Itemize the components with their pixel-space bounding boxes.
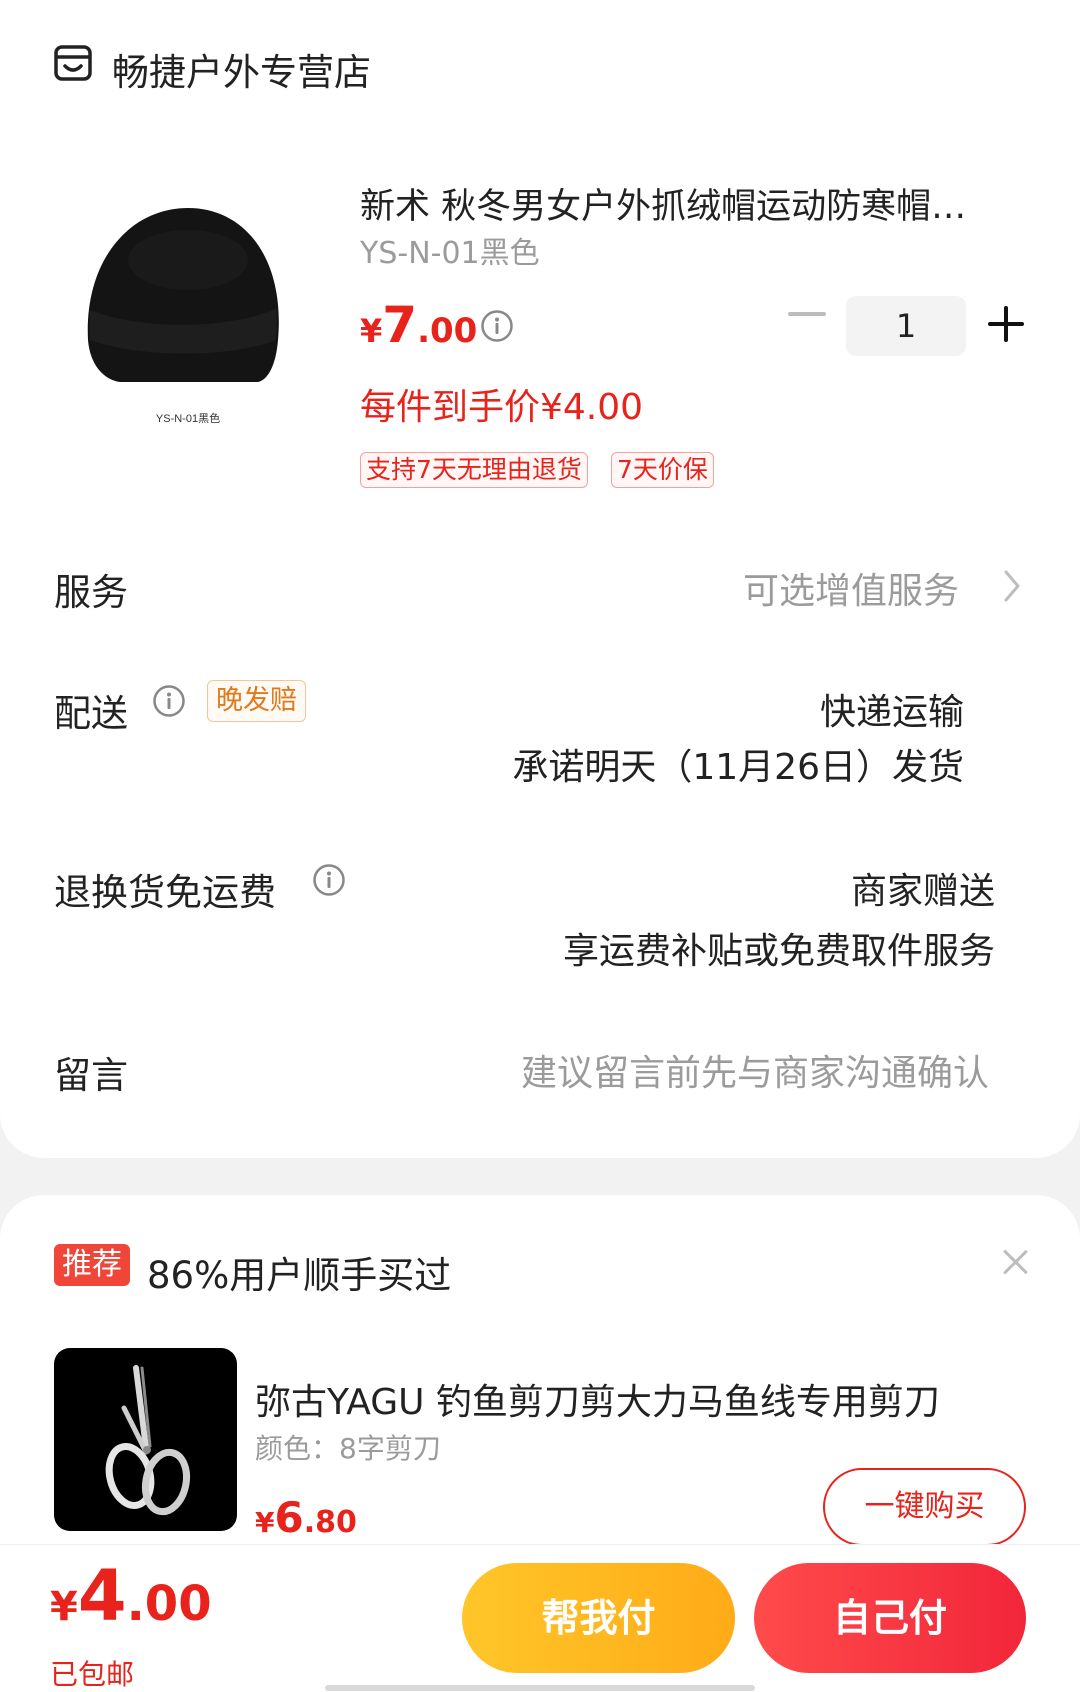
- product-title[interactable]: 新术 秋冬男女户外抓绒帽运动防寒帽跑步保暖帽: [360, 178, 1000, 229]
- product-price: ¥7.00: [360, 296, 477, 354]
- recommend-product-image[interactable]: [54, 1348, 237, 1531]
- chevron-right-icon[interactable]: [1000, 566, 1024, 606]
- return-shipping-desc: 享运费补贴或免费取件服务: [562, 931, 995, 972]
- unit-price: 每件到手价¥4.00: [360, 387, 644, 428]
- home-indicator[interactable]: [325, 1685, 755, 1691]
- total-price: ¥4.00: [50, 1555, 212, 1637]
- product-spec[interactable]: YS-N-01黑色: [360, 228, 540, 272]
- recommend-price-integer: 6: [274, 1493, 304, 1542]
- total-currency: ¥: [50, 1584, 78, 1630]
- return-info-icon[interactable]: [312, 863, 346, 897]
- close-icon[interactable]: [1002, 1249, 1028, 1275]
- price-decimal: .00: [417, 311, 478, 351]
- service-label: 服务: [54, 571, 128, 614]
- one-click-buy-button[interactable]: 一键购买: [823, 1468, 1026, 1546]
- recommend-title: 86%用户顺手买过: [147, 1254, 452, 1297]
- recommend-badge: 推荐: [54, 1244, 130, 1286]
- product-image[interactable]: YS-N-01黑色: [80, 190, 295, 430]
- recommend-product-price: ¥6.80: [255, 1493, 357, 1542]
- shop-name[interactable]: 畅捷户外专营店: [112, 42, 371, 96]
- order-card: 畅捷户外专营店 YS-N-01黑色 新术 秋冬男女户外抓绒帽运动防寒帽跑步保暖帽…: [0, 0, 1080, 1158]
- recommend-price-currency: ¥: [255, 1506, 275, 1539]
- delivery-info-icon[interactable]: [152, 684, 186, 718]
- delivery-method: 快递运输: [819, 692, 964, 733]
- quantity-input[interactable]: 1: [846, 296, 966, 356]
- total-integer: 4: [77, 1555, 127, 1637]
- recommend-price-decimal: .80: [303, 1505, 357, 1540]
- price-protect-tag: 7天价保: [611, 452, 714, 488]
- return-shipping-label: 退换货免运费: [54, 871, 276, 914]
- shop-icon: [54, 45, 92, 81]
- price-integer: 7: [382, 296, 418, 354]
- quantity-plus-button[interactable]: [988, 306, 1024, 342]
- product-image-caption: YS-N-01黑色: [156, 411, 220, 425]
- message-label: 留言: [54, 1054, 128, 1097]
- price-info-icon[interactable]: [480, 309, 514, 343]
- total-decimal: .00: [126, 1576, 212, 1632]
- delivery-label: 配送: [54, 692, 128, 735]
- recommend-product-spec: 颜色：8字剪刀: [255, 1432, 441, 1465]
- scissors-icon: [105, 1365, 191, 1516]
- checkout-bar: ¥4.00 已包邮 帮我付 自己付: [0, 1544, 1080, 1692]
- return-shipping-value: 商家赠送: [850, 871, 995, 912]
- quantity-minus-button[interactable]: [788, 312, 826, 316]
- message-input[interactable]: 建议留言前先与商家沟通确认: [521, 1044, 989, 1096]
- price-currency: ¥: [360, 312, 383, 350]
- service-value[interactable]: 可选增值服务: [743, 562, 959, 614]
- self-pay-button[interactable]: 自己付: [754, 1563, 1026, 1673]
- recommend-product-title[interactable]: 弥古YAGU 钓鱼剪刀剪大力马鱼线专用剪刀: [255, 1373, 1015, 1425]
- help-pay-button[interactable]: 帮我付: [462, 1563, 735, 1673]
- late-compensation-badge[interactable]: 晚发赔: [207, 680, 306, 722]
- delivery-promise: 承诺明天（11月26日）发货: [512, 747, 964, 788]
- return-policy-tag: 支持7天无理由退货: [360, 452, 588, 488]
- free-shipping-note: 已包邮: [50, 1658, 135, 1691]
